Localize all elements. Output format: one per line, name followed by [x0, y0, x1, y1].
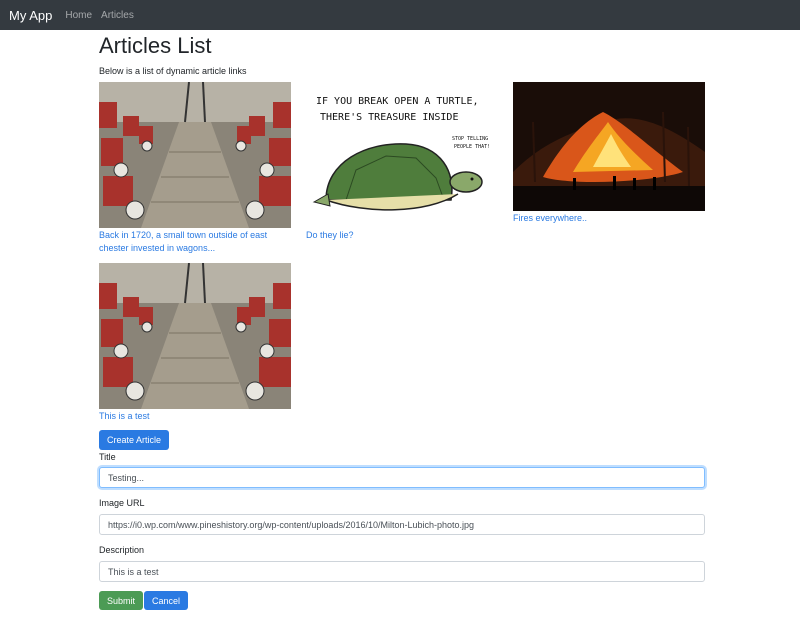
title-input[interactable]	[99, 467, 705, 488]
turtle-drawing: IF YOU BREAK OPEN A TURTLE, THERE'S TREA…	[306, 82, 498, 228]
comic-line-2: THERE'S TREASURE INSIDE	[320, 112, 458, 123]
article-card: Back in 1720, a small town outside of ea…	[99, 82, 291, 255]
article-link[interactable]: Fires everywhere..	[513, 212, 705, 225]
title-label: Title	[99, 452, 116, 462]
article-image-fire[interactable]	[513, 82, 705, 211]
article-card: This is a test	[99, 263, 291, 423]
description-label: Description	[99, 545, 145, 555]
image-url-label: Image URL	[99, 498, 145, 508]
description-input[interactable]	[99, 561, 705, 582]
article-image-wagons[interactable]	[99, 82, 291, 228]
speech-line-2: PEOPLE THAT!	[454, 144, 490, 150]
navbar-brand[interactable]: My App	[9, 8, 52, 23]
image-url-input[interactable]	[99, 514, 705, 535]
wagons-photo	[99, 263, 291, 409]
main-container: Articles List Below is a list of dynamic…	[99, 30, 705, 610]
article-image-turtle[interactable]: IF YOU BREAK OPEN A TURTLE, THERE'S TREA…	[306, 82, 498, 228]
article-link[interactable]: Do they lie?	[306, 229, 498, 242]
create-article-button[interactable]: Create Article	[99, 430, 170, 450]
article-image-wagons[interactable]	[99, 263, 291, 409]
article-card: Fires everywhere..	[513, 82, 705, 225]
article-card: IF YOU BREAK OPEN A TURTLE, THERE'S TREA…	[306, 82, 498, 242]
page-subtitle: Below is a list of dynamic article links	[99, 66, 247, 77]
page-title: Articles List	[99, 33, 212, 58]
cancel-button[interactable]: Cancel	[144, 591, 189, 610]
speech-line-1: STOP TELLING	[452, 136, 488, 142]
form-actions: Submit Cancel	[99, 591, 705, 610]
article-form: Create Article Title Image URL Descripti…	[99, 430, 705, 610]
fire-photo	[513, 82, 705, 211]
article-link[interactable]: Back in 1720, a small town outside of ea…	[99, 229, 291, 255]
nav-link-home[interactable]: Home	[65, 10, 92, 21]
top-navbar: My App Home Articles	[0, 0, 800, 30]
comic-line-1: IF YOU BREAK OPEN A TURTLE,	[316, 96, 479, 107]
wagons-photo	[99, 82, 291, 228]
nav-link-articles[interactable]: Articles	[101, 10, 134, 21]
article-link[interactable]: This is a test	[99, 410, 291, 423]
submit-button[interactable]: Submit	[99, 591, 144, 610]
